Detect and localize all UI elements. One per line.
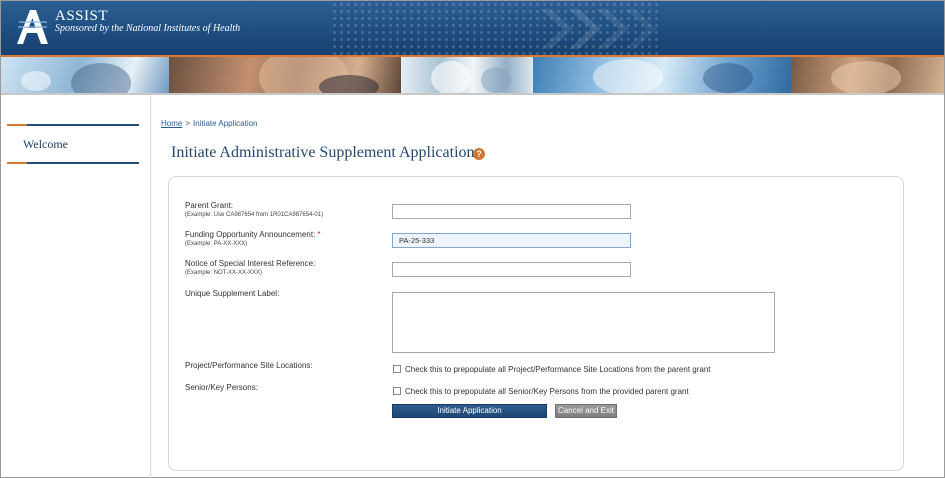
assist-a-logo-icon xyxy=(17,10,48,44)
header-chevron-decoration xyxy=(541,9,657,49)
photo-banner xyxy=(1,57,944,95)
breadcrumb: Home > Initiate Application xyxy=(161,119,258,128)
parent-grant-input[interactable] xyxy=(392,204,631,219)
supplement-label-label: Unique Supplement Label: xyxy=(185,289,280,298)
breadcrumb-current: Initiate Application xyxy=(193,119,258,128)
breadcrumb-home-link[interactable]: Home xyxy=(161,119,182,128)
foa-input[interactable] xyxy=(392,233,631,248)
foa-example: (Example: PA-XX-XXX) xyxy=(185,241,248,247)
banner-image-blue-science xyxy=(533,57,791,95)
foa-label: Funding Opportunity Announcement: * xyxy=(185,230,321,239)
page-title: Initiate Administrative Supplement Appli… xyxy=(171,144,475,161)
parent-grant-example: (Example: Use CA987654 from 1R01CA987654… xyxy=(185,212,324,218)
sidebar-divider xyxy=(7,124,139,126)
banner-image-hands-keyboard xyxy=(169,57,401,95)
nosi-example: (Example: NOT-XX-XX-XXX) xyxy=(185,270,263,276)
cancel-and-exit-button[interactable]: Cancel and Exit xyxy=(555,404,617,418)
key-persons-checkbox-text: Check this to prepopulate all Senior/Key… xyxy=(405,387,689,396)
site-locations-checkbox[interactable] xyxy=(393,365,401,373)
key-persons-checkbox[interactable] xyxy=(393,387,401,395)
key-persons-label: Senior/Key Persons: xyxy=(185,383,258,392)
app-header: ASSIST Sponsored by the National Institu… xyxy=(1,1,944,57)
banner-image-hands-writing xyxy=(791,57,944,95)
nosi-label: Notice of Special Interest Reference: xyxy=(185,259,316,268)
breadcrumb-separator: > xyxy=(185,119,191,128)
app-subtitle: Sponsored by the National Institutes of … xyxy=(55,23,241,34)
site-locations-label: Project/Performance Site Locations: xyxy=(185,361,313,370)
required-marker: * xyxy=(317,230,321,239)
banner-image-lab-glassware xyxy=(401,57,533,95)
site-locations-checkbox-text: Check this to prepopulate all Project/Pe… xyxy=(405,365,711,374)
sidebar-item-welcome[interactable]: Welcome xyxy=(23,137,68,152)
nosi-input[interactable] xyxy=(392,262,631,277)
help-icon[interactable]: ? xyxy=(473,148,485,160)
parent-grant-label: Parent Grant: xyxy=(185,201,234,210)
initiate-application-button[interactable]: Initiate Application xyxy=(392,404,547,418)
banner-image-stethoscope xyxy=(1,57,169,95)
sidebar-divider xyxy=(7,162,139,164)
left-sidebar: Welcome xyxy=(1,97,151,478)
supplement-label-textarea[interactable] xyxy=(392,292,775,353)
foa-label-text: Funding Opportunity Announcement: xyxy=(185,230,316,239)
